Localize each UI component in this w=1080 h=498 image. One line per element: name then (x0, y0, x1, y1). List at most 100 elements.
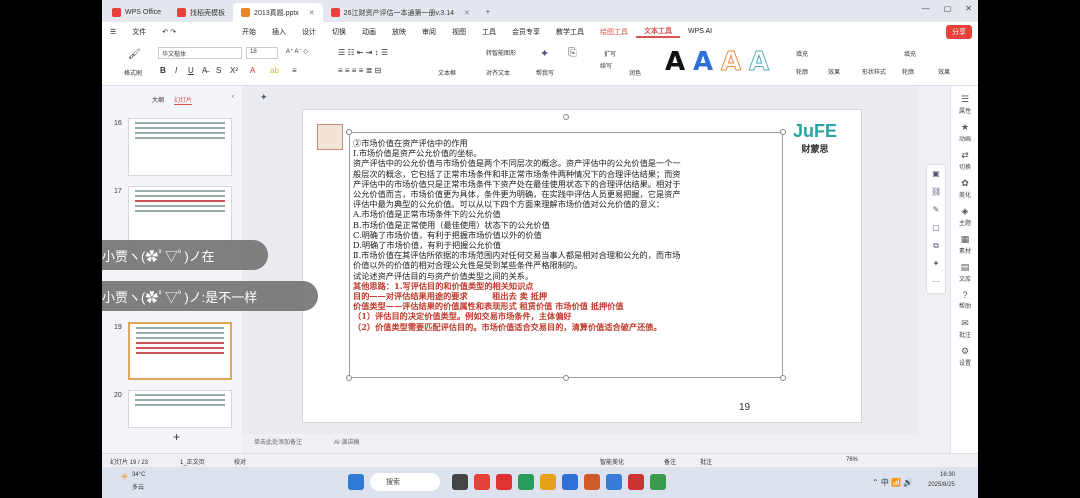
slide-thumbnail-17[interactable] (128, 186, 232, 244)
add-slide-button[interactable]: + (173, 430, 180, 444)
right-panel-5[interactable]: ▦ 素材 (951, 234, 978, 255)
highlight-button[interactable]: ab (270, 66, 279, 75)
more-icon[interactable]: ⋯ (931, 277, 941, 287)
copy-icon[interactable]: ⧉ (931, 241, 941, 251)
shape-outline-button[interactable]: 轮廓 (902, 67, 914, 76)
tab-pdf[interactable]: 26江财资产评估一本通第一册v.3.14 ✕ (323, 3, 478, 22)
list-buttons[interactable]: ☰ ☷ ⇤ ⇥ ↕ ☰ (338, 48, 388, 57)
outline-button[interactable]: 轮廓 (796, 67, 808, 76)
pen-icon[interactable]: ✎ (931, 205, 941, 215)
ai-float-icon[interactable]: ✦ (260, 92, 268, 103)
app-icon[interactable] (606, 474, 622, 490)
start-icon[interactable] (348, 474, 364, 490)
maximize-icon[interactable]: ▢ (944, 4, 952, 13)
help-write-button[interactable]: 帮我写 (536, 68, 554, 77)
menu-tools[interactable]: 工具 (474, 27, 504, 37)
smart-beautify-button[interactable]: 智能美化 (600, 457, 624, 466)
ai-write-icon[interactable]: ✦ (540, 47, 549, 60)
frame-icon[interactable]: ▢ (931, 223, 941, 233)
slide-thumbnail-16[interactable] (128, 118, 232, 176)
font-select[interactable]: 华文楷体 (158, 47, 242, 59)
menu-file[interactable]: 文件 (124, 27, 154, 37)
theme-name[interactable]: 1_正文页 (180, 457, 205, 466)
format-painter-button[interactable]: 格式刷 (124, 68, 142, 77)
polish-button[interactable]: 润色 (629, 68, 641, 77)
menu-transition[interactable]: 切换 (324, 27, 354, 37)
app-icon[interactable] (650, 474, 666, 490)
format-painter-icon[interactable]: 🖌 (128, 49, 141, 60)
menu-text-tools[interactable]: 文本工具 (635, 26, 680, 38)
ai-speech-button[interactable]: AI 演讲稿 (334, 437, 359, 446)
font-size-select[interactable]: 18 (246, 47, 278, 59)
ai-icon[interactable]: ✦ (931, 259, 941, 269)
menu-drawing-tools[interactable]: 绘图工具 (592, 27, 636, 37)
char-spacing-button[interactable]: ≡ (292, 66, 297, 75)
right-panel-4[interactable]: ◈ 主题 (951, 206, 978, 227)
effect-button[interactable]: 效果 (828, 67, 840, 76)
menu-teaching[interactable]: 教学工具 (548, 27, 592, 37)
new-tab-button[interactable]: + (478, 3, 498, 22)
search-box[interactable]: 搜索 (370, 473, 440, 491)
resize-handle[interactable] (346, 129, 352, 135)
slide-thumbnail-19[interactable] (128, 322, 232, 380)
strike-button[interactable]: A̶ (202, 66, 207, 75)
font-grow-shrink[interactable]: A⁺ A⁻ ◇ (286, 48, 308, 55)
rewrite-icon[interactable]: ⎘ (568, 47, 577, 60)
resize-handle[interactable] (780, 375, 786, 381)
menu-insert[interactable]: 插入 (264, 27, 294, 37)
fill-button[interactable]: 填充 (796, 49, 808, 58)
shape-style-button[interactable]: 形状样式 (862, 67, 886, 76)
tab-wps-office[interactable]: WPS Office (104, 3, 169, 22)
slide-thumbnail-20[interactable] (128, 390, 232, 428)
proofread-button[interactable]: 校对 (234, 457, 246, 466)
tab-pptx[interactable]: 2013真题.pptx ✕ (233, 3, 323, 22)
right-panel-8[interactable]: ✉ 批注 (951, 318, 978, 339)
tray-icons[interactable]: ⌃ 中 📶 🔊 (872, 477, 913, 488)
close-icon[interactable]: ✕ (965, 4, 972, 13)
app-icon[interactable] (628, 474, 644, 490)
tab-template[interactable]: 找稻壳模板 (169, 3, 233, 22)
font-color-button[interactable]: A (250, 66, 255, 75)
minimize-icon[interactable]: — (922, 4, 930, 13)
app-icon[interactable] (518, 474, 534, 490)
layers-icon[interactable]: ▣ (931, 169, 941, 179)
rotate-handle[interactable] (563, 114, 569, 120)
menu-icon[interactable]: ☰ (102, 28, 124, 36)
underline-button[interactable]: U (188, 66, 194, 75)
outline-tab[interactable]: 大纲 (152, 95, 164, 104)
menu-review[interactable]: 审阅 (414, 27, 444, 37)
superscript-button[interactable]: X² (230, 66, 238, 75)
right-panel-7[interactable]: ? 帮助 (951, 290, 978, 310)
right-panel-0[interactable]: ☰ 属性 (951, 94, 978, 115)
text-style-outline[interactable]: A (748, 47, 769, 78)
right-panel-9[interactable]: ⚙ 设置 (951, 346, 978, 367)
close-tab-icon[interactable]: ✕ (464, 9, 470, 17)
text-style-orange[interactable]: A (720, 47, 741, 78)
right-panel-6[interactable]: ▤ 文库 (951, 262, 978, 283)
menu-animation[interactable]: 动画 (354, 27, 384, 37)
menu-home[interactable]: 开始 (234, 27, 264, 37)
align-buttons[interactable]: ≡ ≡ ≡ ≡ ≣ ⊟ (338, 66, 381, 75)
app-icon[interactable] (452, 474, 468, 490)
zoom-level[interactable]: 76% (846, 457, 858, 463)
weather-icon[interactable]: ☀ (120, 472, 129, 483)
app-icon[interactable] (562, 474, 578, 490)
shadow-button[interactable]: S (216, 66, 221, 75)
resize-handle[interactable] (346, 375, 352, 381)
shape-fill-button[interactable]: 填充 (904, 49, 916, 58)
menu-view[interactable]: 视图 (444, 27, 474, 37)
menu-undo-redo[interactable]: ↶ ↷ (154, 28, 184, 36)
resize-handle[interactable] (780, 129, 786, 135)
right-panel-3[interactable]: ✿ 美化 (951, 178, 978, 199)
menu-member[interactable]: 会员专享 (504, 27, 548, 37)
smartart-button[interactable]: 转智能图形 (486, 48, 516, 57)
expand-button[interactable]: 扩写 (604, 49, 616, 58)
menu-design[interactable]: 设计 (294, 27, 324, 37)
notes-placeholder[interactable]: 单击此处添加备注 (254, 437, 302, 446)
align-text-button[interactable]: 对齐文本 (486, 68, 510, 77)
italic-button[interactable]: I (175, 66, 177, 75)
text-style-blue[interactable]: A (693, 47, 713, 77)
collapse-panel-icon[interactable]: ‹ (232, 94, 234, 100)
app-icon[interactable] (540, 474, 556, 490)
app-icon[interactable] (496, 474, 512, 490)
